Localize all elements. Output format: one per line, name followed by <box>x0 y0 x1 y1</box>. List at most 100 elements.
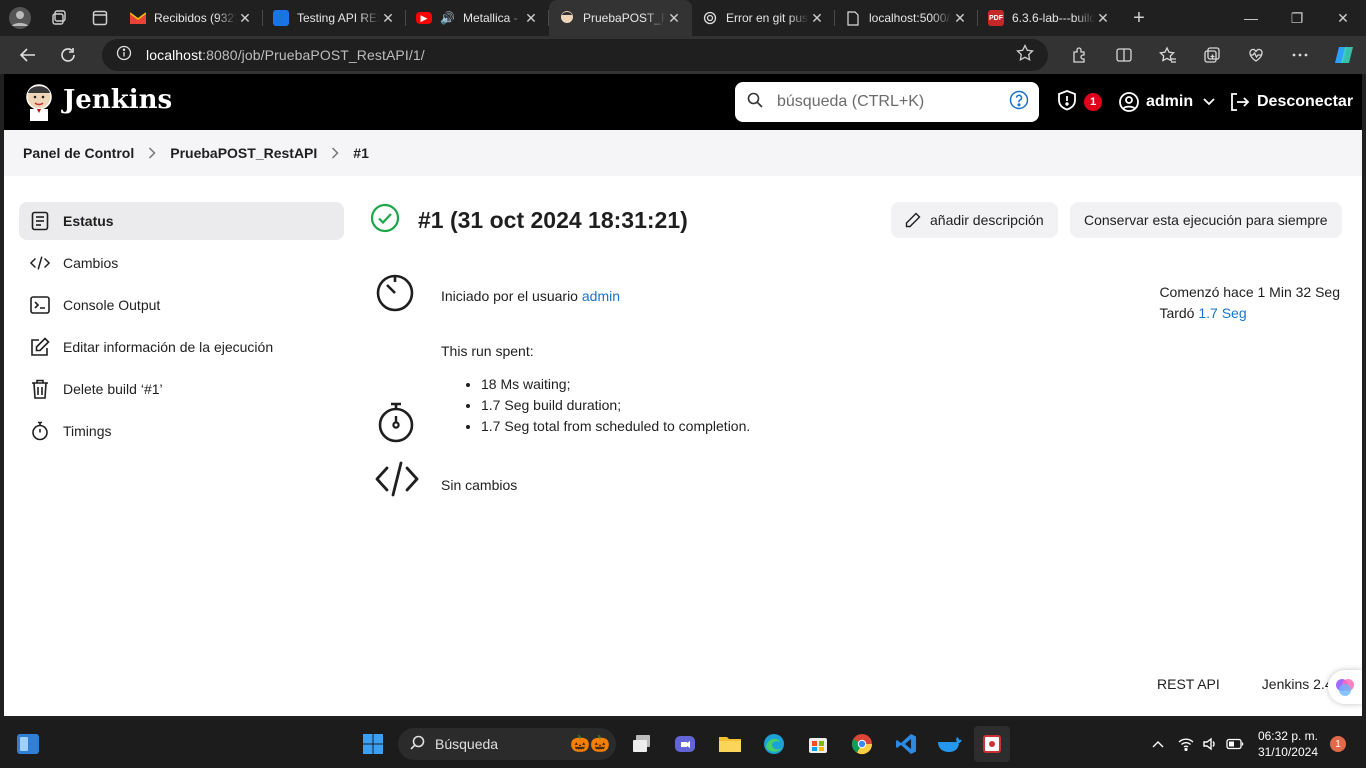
teams-meet-icon[interactable] <box>667 726 703 762</box>
jenkins-logo-icon[interactable] <box>24 82 54 122</box>
site-info-icon[interactable] <box>116 45 132 66</box>
classroom-icon: 👤 <box>273 10 289 26</box>
jenkins-version-link[interactable]: Jenkins 2.48 <box>1262 676 1328 692</box>
clock-date: 31/10/2024 <box>1257 745 1318 759</box>
browser-tab-pdf[interactable]: PDF 6.3.6-lab---build ✕ <box>978 0 1121 36</box>
timing-list: 18 Ms waiting; 1.7 Seg build duration; 1… <box>481 374 750 437</box>
stopwatch-large-icon <box>378 402 414 443</box>
breadcrumb-job[interactable]: PruebaPOST_RestAPI <box>170 145 317 161</box>
close-tab-icon[interactable]: ✕ <box>380 10 396 27</box>
security-badge: 1 <box>1084 93 1102 111</box>
close-tab-icon[interactable]: ✕ <box>1095 10 1111 27</box>
favorites-icon[interactable] <box>1146 36 1190 74</box>
chrome-icon[interactable] <box>844 726 880 762</box>
logout-link[interactable]: Desconectar <box>1228 74 1353 130</box>
tab-title: Testing API REST <box>297 11 380 25</box>
windows-taskbar: Búsqueda 🎃🎃 06:32 p. m. 31/10/2024 1 <box>0 720 1366 768</box>
close-tab-icon[interactable]: ✕ <box>523 10 539 27</box>
browser-tab-localhost[interactable]: localhost:5000/ ✕ <box>835 0 978 36</box>
sidebar-item-edit-info[interactable]: Editar información de la ejecución <box>19 328 344 366</box>
split-screen-icon[interactable] <box>1102 36 1146 74</box>
task-view-icon[interactable] <box>624 726 660 762</box>
taskbar-search[interactable]: Búsqueda 🎃🎃 <box>398 728 616 760</box>
chevron-up-icon[interactable] <box>1152 740 1164 748</box>
sidebar-item-label: Delete build ‘#1’ <box>63 381 163 397</box>
volume-icon[interactable] <box>1202 737 1218 751</box>
chatgpt-icon <box>702 10 718 26</box>
keep-forever-button[interactable]: Conservar esta ejecución para siempre <box>1070 202 1342 238</box>
collections-icon[interactable] <box>1190 36 1234 74</box>
clock-time: 06:32 p. m. <box>1257 729 1318 743</box>
jenkins-brand[interactable]: Jenkins <box>63 85 172 115</box>
sidebar-item-delete-build[interactable]: Delete build ‘#1’ <box>19 370 344 408</box>
security-alerts[interactable]: 1 <box>1056 74 1102 130</box>
sidebar-item-status[interactable]: Estatus <box>19 202 344 240</box>
copilot-icon[interactable] <box>1322 36 1366 74</box>
breadcrumb-build[interactable]: #1 <box>353 145 369 161</box>
took-label: Tardó <box>1159 305 1195 321</box>
close-tab-icon[interactable]: ✕ <box>809 10 825 27</box>
tab-title: Metallica - <box>462 11 518 25</box>
user-name: admin <box>1146 93 1194 110</box>
search-input[interactable] <box>777 93 997 111</box>
edge-browser-icon[interactable] <box>756 726 792 762</box>
new-tab-button[interactable]: + <box>1121 0 1157 36</box>
microsoft-store-icon[interactable] <box>800 726 836 762</box>
windows-start-icon[interactable] <box>355 726 391 762</box>
chevron-right-icon <box>331 147 339 159</box>
breadcrumb-dashboard[interactable]: Panel de Control <box>23 145 134 161</box>
speaker-icon[interactable]: 🔊 <box>440 11 455 25</box>
extensions-icon[interactable] <box>1058 36 1102 74</box>
sidebar-item-timings[interactable]: Timings <box>19 412 344 450</box>
more-menu-icon[interactable] <box>1278 36 1322 74</box>
widgets-icon[interactable] <box>10 726 46 762</box>
started-by-user-link[interactable]: admin <box>582 288 620 304</box>
snipping-tool-icon[interactable] <box>974 726 1010 762</box>
browser-tab-classroom[interactable]: 👤 Testing API REST ✕ <box>263 0 406 36</box>
close-tab-icon[interactable]: ✕ <box>952 10 968 27</box>
side-panel: Estatus Cambios Console Output Editar in… <box>19 202 344 454</box>
maximize-icon[interactable]: ❐ <box>1274 0 1320 36</box>
profile-avatar-icon[interactable] <box>0 0 40 36</box>
search-icon <box>410 735 425 753</box>
favorite-star-icon[interactable] <box>1016 43 1034 67</box>
help-icon[interactable] <box>1009 90 1029 115</box>
battery-icon[interactable] <box>1226 738 1244 750</box>
performance-icon[interactable] <box>1234 36 1278 74</box>
copilot-sidebar-icon[interactable] <box>1328 670 1362 704</box>
edit-icon <box>30 337 50 357</box>
sidebar-item-changes[interactable]: Cambios <box>19 244 344 282</box>
notification-badge[interactable]: 1 <box>1330 736 1346 752</box>
breadcrumb: Panel de Control PruebaPOST_RestAPI #1 <box>4 130 1362 176</box>
close-tab-icon[interactable]: ✕ <box>666 10 682 27</box>
wifi-icon[interactable] <box>1178 737 1194 751</box>
code-icon <box>30 253 50 273</box>
add-description-button[interactable]: añadir descripción <box>891 202 1058 238</box>
taskbar-clock[interactable]: 06:32 p. m. 31/10/2024 <box>1258 728 1318 760</box>
list-item: 1.7 Seg total from scheduled to completi… <box>481 416 750 437</box>
url-text[interactable]: localhost:8080/job/PruebaPOST_RestAPI/1/ <box>146 47 425 63</box>
back-arrow-icon[interactable] <box>8 36 48 74</box>
vscode-icon[interactable] <box>888 726 924 762</box>
docker-icon[interactable] <box>932 726 968 762</box>
address-bar[interactable]: localhost:8080/job/PruebaPOST_RestAPI/1/ <box>102 39 1048 71</box>
browser-tab-youtube[interactable]: ▶ 🔊 Metallica - ✕ <box>406 0 549 36</box>
took-value-link[interactable]: 1.7 Seg <box>1198 305 1246 321</box>
workspaces-icon[interactable] <box>40 0 80 36</box>
close-tab-icon[interactable]: ✕ <box>237 10 253 27</box>
file-explorer-icon[interactable] <box>712 726 748 762</box>
chevron-right-icon <box>148 147 156 159</box>
rest-api-link[interactable]: REST API <box>1157 676 1220 692</box>
sidebar-item-console[interactable]: Console Output <box>19 286 344 324</box>
browser-tab-chatgpt[interactable]: Error en git push ✕ <box>692 0 835 36</box>
browser-tab-jenkins[interactable]: PruebaPOST_Re ✕ <box>549 0 692 36</box>
minimize-icon[interactable]: — <box>1228 0 1274 36</box>
tab-actions-icon[interactable] <box>80 0 120 36</box>
close-window-icon[interactable]: ✕ <box>1320 0 1366 36</box>
url-host: localhost <box>146 47 203 63</box>
reload-icon[interactable] <box>48 36 88 74</box>
browser-tab-gmail[interactable]: Recibidos (932) ✕ <box>120 0 263 36</box>
add-description-label: añadir descripción <box>930 212 1044 228</box>
chevron-down-icon[interactable] <box>1203 98 1215 106</box>
user-menu[interactable]: admin <box>1118 74 1215 130</box>
